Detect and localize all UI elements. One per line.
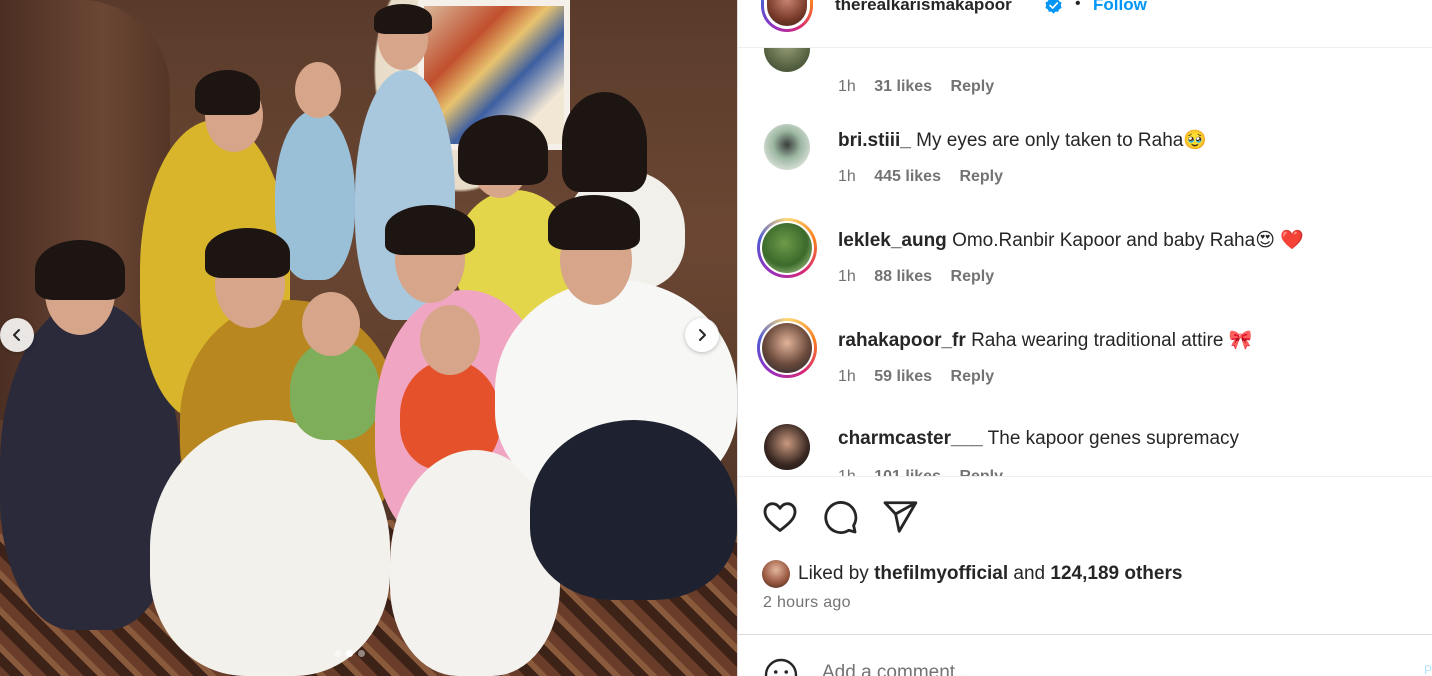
photo-hair — [562, 92, 647, 192]
comment-body: Raha wearing traditional attire 🎀 — [971, 330, 1253, 351]
comment-avatar-story[interactable] — [757, 218, 817, 278]
like-button[interactable] — [761, 498, 799, 536]
liker-username[interactable]: thefilmyofficial — [874, 563, 1008, 585]
comment-reply-button[interactable]: Reply — [951, 78, 995, 95]
comment-item: bri.stiii_ My eyes are only taken to Rah… — [738, 110, 1432, 210]
photo-face — [302, 292, 360, 356]
comment-meta: 1h 101 likes Reply — [838, 468, 1017, 476]
carousel-prev-button[interactable] — [0, 318, 34, 352]
carousel-dot-active — [346, 650, 353, 657]
photo-face — [295, 62, 341, 118]
paper-plane-icon — [883, 501, 918, 533]
photo-figure — [530, 420, 737, 600]
comment-username[interactable]: rahakapoor_fr — [838, 330, 966, 351]
comment-input[interactable] — [822, 659, 1382, 676]
photo-hair — [195, 70, 260, 115]
photo-hair — [548, 195, 640, 250]
photo-hair — [374, 4, 432, 34]
comment-reply-button[interactable]: Reply — [959, 468, 1003, 476]
comment-bubble-icon — [824, 501, 858, 534]
carousel-dot — [358, 650, 365, 657]
likes-summary: Liked by thefilmyofficial and 124,189 ot… — [762, 559, 1182, 589]
author-username[interactable]: therealkarismakapoor — [835, 0, 1012, 15]
comment-item: rahakapoor_fr Raha wearing traditional a… — [738, 310, 1432, 410]
photo-hair — [35, 240, 125, 300]
photo-figure — [150, 420, 390, 676]
comment-body: My eyes are only taken to Raha🥹 — [916, 130, 1207, 151]
comment-avatar-story[interactable] — [757, 318, 817, 378]
comment-meta: 1h 31 likes Reply — [838, 78, 1008, 96]
comment-likes[interactable]: 88 likes — [874, 268, 932, 285]
comment-reply-button[interactable]: Reply — [951, 268, 995, 285]
post-side-panel: therealkarismakapoor • Follow 1h 31 like… — [737, 0, 1432, 676]
comment-likes[interactable]: 445 likes — [874, 168, 941, 185]
likes-others-link[interactable]: 124,189 others — [1050, 563, 1182, 585]
comments-list[interactable]: 1h 31 likes Reply bri.stiii_ My eyes are… — [738, 48, 1432, 476]
comment-reply-button[interactable]: Reply — [951, 368, 995, 385]
comment-item: leklek_aung Omo.Ranbir Kapoor and baby R… — [738, 210, 1432, 310]
comment-text: leklek_aung Omo.Ranbir Kapoor and baby R… — [838, 228, 1304, 252]
verified-badge-icon — [1045, 0, 1062, 14]
chevron-left-icon — [13, 329, 20, 341]
comment-time: 1h — [838, 468, 856, 476]
comment-username[interactable]: leklek_aung — [838, 230, 947, 251]
comment-text: charmcaster___ The kapoor genes supremac… — [838, 428, 1239, 450]
likes-middle: and — [1013, 563, 1046, 584]
chevron-right-icon — [699, 329, 706, 341]
comment-likes[interactable]: 31 likes — [874, 78, 932, 95]
comment-meta: 1h 445 likes Reply — [838, 168, 1017, 186]
comment-reply-button[interactable]: Reply — [959, 168, 1003, 185]
photo-hair — [385, 205, 475, 255]
share-button[interactable] — [881, 498, 919, 536]
post-photo[interactable] — [0, 0, 737, 676]
comment-body: The kapoor genes supremacy — [987, 428, 1240, 449]
comment-item: 1h 31 likes Reply — [738, 48, 1432, 110]
comment-body: Omo.Ranbir Kapoor and baby Raha😍 ❤️ — [952, 230, 1304, 251]
comment-avatar[interactable] — [764, 48, 810, 72]
comment-text: rahakapoor_fr Raha wearing traditional a… — [838, 328, 1252, 352]
carousel-indicator — [334, 650, 365, 657]
comment-item: charmcaster___ The kapoor genes supremac… — [738, 410, 1432, 476]
comment-time: 1h — [838, 368, 856, 385]
comment-username[interactable]: charmcaster___ — [838, 428, 983, 449]
post-comment-button[interactable]: P — [1424, 663, 1432, 676]
author-avatar[interactable] — [761, 0, 815, 32]
header-separator: • — [1075, 0, 1081, 12]
carousel-dot — [334, 650, 341, 657]
photo-hair — [205, 228, 290, 278]
comment-avatar[interactable] — [764, 124, 810, 170]
comment-avatar[interactable] — [764, 424, 810, 470]
likes-prefix: Liked by — [798, 563, 869, 584]
comment-meta: 1h 59 likes Reply — [838, 368, 1008, 386]
liker-avatar[interactable] — [762, 560, 790, 588]
comment-button[interactable] — [821, 498, 859, 536]
comment-text: bri.stiii_ My eyes are only taken to Rah… — [838, 128, 1207, 152]
comment-time: 1h — [838, 78, 856, 95]
comment-time: 1h — [838, 268, 856, 285]
post-actions: Liked by thefilmyofficial and 124,189 ot… — [738, 476, 1432, 634]
emoji-icon[interactable] — [763, 657, 799, 676]
comment-username[interactable]: bri.stiii_ — [838, 130, 911, 151]
comment-meta: 1h 88 likes Reply — [838, 268, 1008, 286]
comment-likes[interactable]: 101 likes — [874, 468, 941, 476]
heart-icon — [763, 502, 797, 532]
photo-face — [420, 305, 480, 375]
post-timestamp[interactable]: 2 hours ago — [763, 594, 851, 612]
photo-hair — [458, 115, 548, 185]
post-header: therealkarismakapoor • Follow — [738, 0, 1432, 48]
add-comment-bar: P — [738, 634, 1432, 676]
comment-time: 1h — [838, 168, 856, 185]
comment-likes[interactable]: 59 likes — [874, 368, 932, 385]
follow-button[interactable]: Follow — [1093, 0, 1147, 15]
carousel-next-button[interactable] — [685, 318, 719, 352]
